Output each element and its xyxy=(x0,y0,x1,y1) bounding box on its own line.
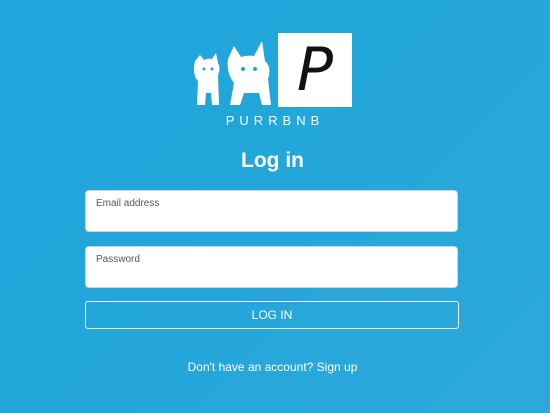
password-input[interactable] xyxy=(95,267,445,285)
login-button[interactable]: LOG IN xyxy=(85,301,459,329)
page-title: Log in xyxy=(241,149,304,172)
password-field[interactable]: Password xyxy=(85,246,458,288)
brand-wordmark: PURRBNB xyxy=(225,113,325,128)
email-input[interactable] xyxy=(95,211,445,229)
cats-icon xyxy=(194,41,271,105)
email-label: Email address xyxy=(96,198,160,209)
logo-letter: P xyxy=(296,35,334,105)
logo-badge: P xyxy=(278,33,352,107)
brand-logo: P xyxy=(192,33,354,108)
email-field[interactable]: Email address xyxy=(85,190,458,232)
password-label: Password xyxy=(96,254,140,265)
signup-prompt: Don't have an account? Sign up xyxy=(0,360,545,374)
signup-link[interactable]: Sign up xyxy=(317,360,358,374)
signup-prompt-text: Don't have an account? xyxy=(187,360,314,374)
